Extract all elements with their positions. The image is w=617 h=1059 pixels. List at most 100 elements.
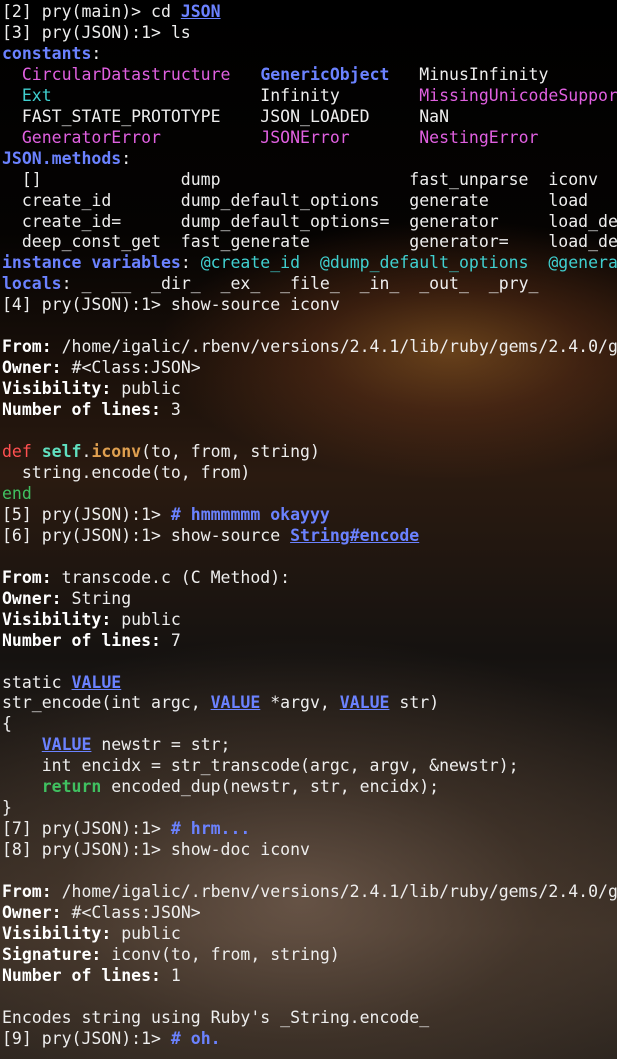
text-segment: String#encode <box>290 526 419 545</box>
terminal-line <box>2 987 617 1008</box>
terminal-line: FAST_STATE_PROTOTYPE JSON_LOADED NaN <box>2 107 617 128</box>
terminal-line: [] dump fast_unparse iconv <box>2 170 617 191</box>
terminal-line: int encidx = str_transcode(argc, argv, &… <box>2 756 617 777</box>
terminal-line <box>2 421 617 442</box>
terminal-line: CircularDatastructure GenericObject Minu… <box>2 65 617 86</box>
terminal-line: VALUE newstr = str; <box>2 735 617 756</box>
text-segment: MinusInfinity <box>389 65 548 84</box>
text-segment: Owner: <box>2 358 62 377</box>
text-segment: 1 <box>161 966 181 985</box>
text-segment: [] dump fast_unparse iconv <box>2 170 598 189</box>
text-segment: 3 <box>161 400 181 419</box>
text-segment: : <box>121 149 141 168</box>
terminal-line: [6] pry(JSON):1> show-source String#enco… <box>2 526 617 547</box>
text-segment: VALUE <box>42 735 92 754</box>
text-segment: VALUE <box>211 693 261 712</box>
terminal-line: Signature: iconv(to, from, string) <box>2 945 617 966</box>
text-segment: Visibility: <box>2 924 111 943</box>
text-segment: FAST_STATE_PROTOTYPE JSON_LOADED NaN <box>2 107 449 126</box>
text-segment <box>231 65 261 84</box>
terminal-line: { <box>2 714 617 735</box>
text-segment: [7] pry(JSON):1> <box>2 819 171 838</box>
text-segment: CircularDatastructure <box>22 65 231 84</box>
terminal-line <box>2 861 617 882</box>
text-segment: deep_const_get fast_generate generator= … <box>2 232 617 251</box>
text-segment: JSON <box>181 2 221 21</box>
terminal-line: Number of lines: 1 <box>2 966 617 987</box>
text-segment: (to, from, string) <box>141 442 320 461</box>
text-segment: end <box>2 484 32 503</box>
text-segment: int encidx = str_transcode(argc, argv, &… <box>2 756 519 775</box>
text-segment: #<Class:JSON> <box>62 903 201 922</box>
terminal-line: [8] pry(JSON):1> show-doc iconv <box>2 840 617 861</box>
terminal-line: GeneratorError JSONError NestingError <box>2 128 617 149</box>
terminal-line: [3] pry(JSON):1> ls <box>2 23 617 44</box>
terminal-line: Ext Infinity MissingUnicodeSupport <box>2 86 617 107</box>
terminal-line: constants: <box>2 44 617 65</box>
text-segment: [9] pry(JSON):1> <box>2 1029 171 1048</box>
text-segment: encoded_dup(newstr, str, encidx); <box>101 777 439 796</box>
text-segment: String <box>62 589 132 608</box>
terminal-line: deep_const_get fast_generate generator= … <box>2 232 617 253</box>
text-segment <box>32 442 42 461</box>
text-segment <box>2 128 22 147</box>
text-segment: Owner: <box>2 589 62 608</box>
text-segment: locals <box>2 274 62 293</box>
text-segment: public <box>111 610 181 629</box>
terminal-line: create_id= dump_default_options= generat… <box>2 212 617 233</box>
terminal-line: return encoded_dup(newstr, str, encidx); <box>2 777 617 798</box>
text-segment: : _ __ _dir_ _ex_ _file_ _in_ _out_ _pry… <box>62 274 539 293</box>
text-segment: self <box>42 442 82 461</box>
text-segment: MissingUnicodeSupport <box>419 86 617 105</box>
terminal-line: [4] pry(JSON):1> show-source iconv <box>2 295 617 316</box>
text-segment: # oh. <box>171 1029 221 1048</box>
terminal-line: From: /home/igalic/.rbenv/versions/2.4.1… <box>2 337 617 358</box>
text-segment: str_encode(int argc, <box>2 693 211 712</box>
text-segment: Ext <box>22 86 52 105</box>
text-segment: Visibility: <box>2 610 111 629</box>
text-segment: Number of lines: <box>2 966 161 985</box>
text-segment: JSON.methods <box>2 149 121 168</box>
terminal-line: string.encode(to, from) <box>2 463 617 484</box>
text-segment: Number of lines: <box>2 400 161 419</box>
text-segment: GeneratorError <box>22 128 161 147</box>
text-segment: Visibility: <box>2 379 111 398</box>
text-segment: . <box>82 442 92 461</box>
text-segment <box>161 128 260 147</box>
terminal-output[interactable]: [2] pry(main)> cd JSON [3] pry(JSON):1> l… <box>0 0 617 1050</box>
terminal-line: end <box>2 484 617 505</box>
text-segment: str) <box>389 693 439 712</box>
text-segment: #<Class:JSON> <box>62 358 201 377</box>
terminal-line <box>2 652 617 673</box>
text-segment: [2] pry(main)> cd <box>2 2 181 21</box>
text-segment: Owner: <box>2 903 62 922</box>
text-segment: constants <box>2 44 91 63</box>
text-segment: Encodes string using Ruby's _String.enco… <box>2 1008 429 1027</box>
text-segment: @create_id @dump_default_options @genera <box>201 253 617 272</box>
text-segment <box>2 65 22 84</box>
text-segment: def <box>2 442 32 461</box>
text-segment: public <box>111 379 181 398</box>
text-segment: create_id dump_default_options generate … <box>2 191 588 210</box>
terminal-line: [7] pry(JSON):1> # hrm... <box>2 819 617 840</box>
terminal-line: Visibility: public <box>2 610 617 631</box>
text-segment: : <box>181 253 201 272</box>
text-segment: /home/igalic/.rbenv/versions/2.4.1/lib/r… <box>52 337 617 356</box>
text-segment: iconv <box>91 442 141 461</box>
text-segment: 7 <box>161 631 181 650</box>
text-segment: transcode.c (C Method): <box>52 568 290 587</box>
text-segment <box>350 128 420 147</box>
terminal-line: Number of lines: 7 <box>2 631 617 652</box>
text-segment: { <box>2 714 12 733</box>
text-segment: create_id= dump_default_options= generat… <box>2 212 617 231</box>
text-segment: Signature: <box>2 945 101 964</box>
text-segment: static <box>2 673 72 692</box>
terminal-line: JSON.methods: <box>2 149 617 170</box>
text-segment: NestingError <box>419 128 538 147</box>
terminal-line: def self.iconv(to, from, string) <box>2 442 617 463</box>
text-segment: GenericObject <box>260 65 389 84</box>
terminal-line: From: transcode.c (C Method): <box>2 568 617 589</box>
text-segment: string.encode(to, from) <box>2 463 250 482</box>
text-segment: # hmmmmmm okayyy <box>171 505 330 524</box>
text-segment: [8] pry(JSON):1> show-doc iconv <box>2 840 310 859</box>
